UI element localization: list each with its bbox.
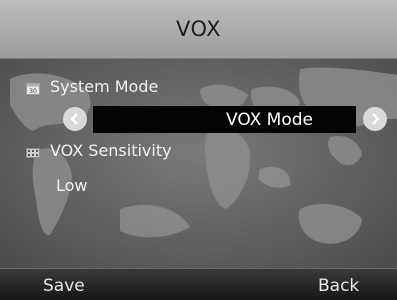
- calendar-icon: 30: [26, 80, 40, 95]
- system-mode-label: System Mode: [50, 77, 159, 96]
- vox-settings-screen: VOX 30 System Mode VOX Mode VOX Sensitiv…: [0, 0, 397, 300]
- next-option-button[interactable]: [363, 107, 387, 131]
- save-button[interactable]: Save: [43, 276, 85, 296]
- vox-sensitivity-value[interactable]: Low: [56, 176, 88, 195]
- svg-text:30: 30: [29, 88, 37, 95]
- system-mode-row[interactable]: 30 System Mode: [26, 77, 158, 96]
- settings-content: 30 System Mode VOX Mode VOX Sensitivity …: [0, 59, 397, 268]
- softkey-bar: Save Back: [0, 268, 397, 300]
- system-mode-value: VOX Mode: [226, 109, 313, 130]
- back-button[interactable]: Back: [318, 276, 359, 296]
- vox-sensitivity-row[interactable]: VOX Sensitivity: [26, 141, 172, 160]
- vox-sensitivity-label: VOX Sensitivity: [50, 141, 172, 160]
- chevron-left-icon: [70, 113, 78, 125]
- system-mode-selector[interactable]: VOX Mode: [93, 106, 356, 133]
- chevron-right-icon: [372, 113, 380, 125]
- page-title: VOX: [175, 17, 222, 41]
- previous-option-button[interactable]: [63, 107, 87, 131]
- keypad-icon: [26, 144, 40, 158]
- title-bar: VOX: [0, 0, 397, 59]
